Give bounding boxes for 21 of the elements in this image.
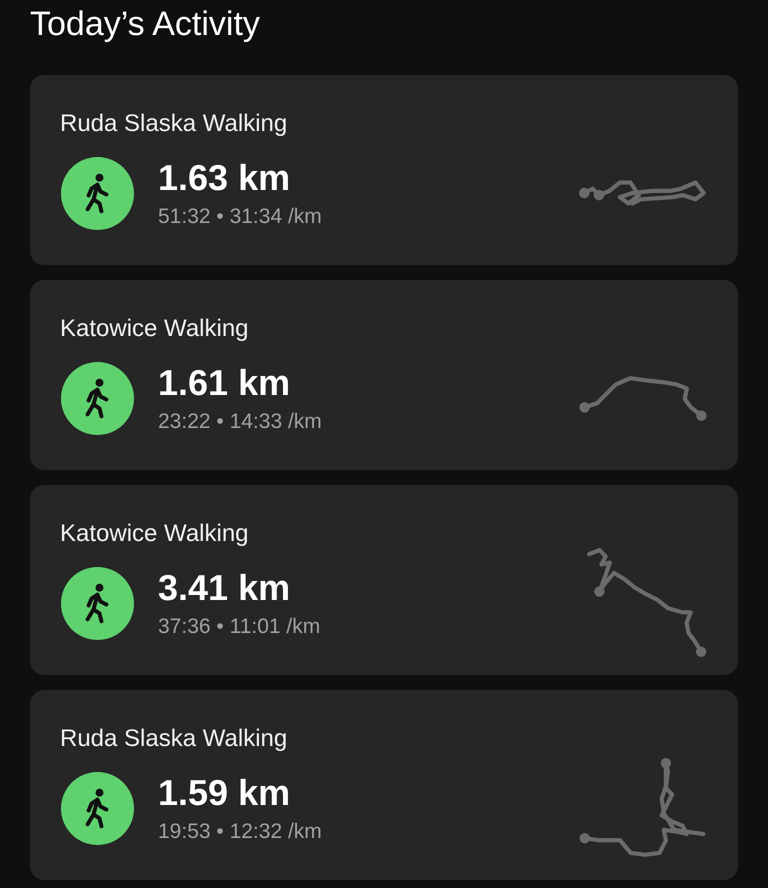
activity-name: Ruda Slaska Walking bbox=[60, 109, 288, 139]
walking-icon bbox=[60, 770, 135, 846]
activity-card[interactable]: Katowice Walking 3.41 km 37:36 • 11:01 /km bbox=[30, 485, 738, 675]
activity-card[interactable]: Ruda Slaska Walking 1.63 km 51:32 • 31:34 /km bbox=[30, 75, 738, 265]
activity-name: Katowice Walking bbox=[60, 314, 250, 344]
walking-icon bbox=[60, 566, 135, 640]
time-pace-text: 19:53 • 12:32 /km bbox=[158, 820, 323, 844]
distance-value: 3.41 km bbox=[158, 567, 292, 609]
activity-name: Ruda Slaska Walking bbox=[60, 724, 288, 754]
activity-name: Katowice Walking bbox=[60, 519, 250, 549]
activity-card[interactable]: Katowice Walking 1.61 km 23:22 • 14:33 /km bbox=[30, 280, 738, 470]
time-pace-text: 23:22 • 14:33 /km bbox=[158, 410, 323, 434]
activity-card[interactable]: Ruda Slaska Walking 1.59 km 19:53 • 12:32 /km bbox=[30, 690, 738, 880]
walking-icon bbox=[60, 360, 135, 436]
page-title: Today’s Activity bbox=[30, 4, 261, 45]
distance-value: 1.63 km bbox=[158, 157, 292, 199]
time-pace-text: 51:32 • 31:34 /km bbox=[158, 205, 323, 229]
distance-value: 1.59 km bbox=[158, 772, 292, 814]
walking-icon bbox=[60, 156, 135, 230]
distance-value: 1.61 km bbox=[158, 362, 292, 404]
time-pace-text: 37:36 • 11:01 /km bbox=[158, 615, 322, 639]
